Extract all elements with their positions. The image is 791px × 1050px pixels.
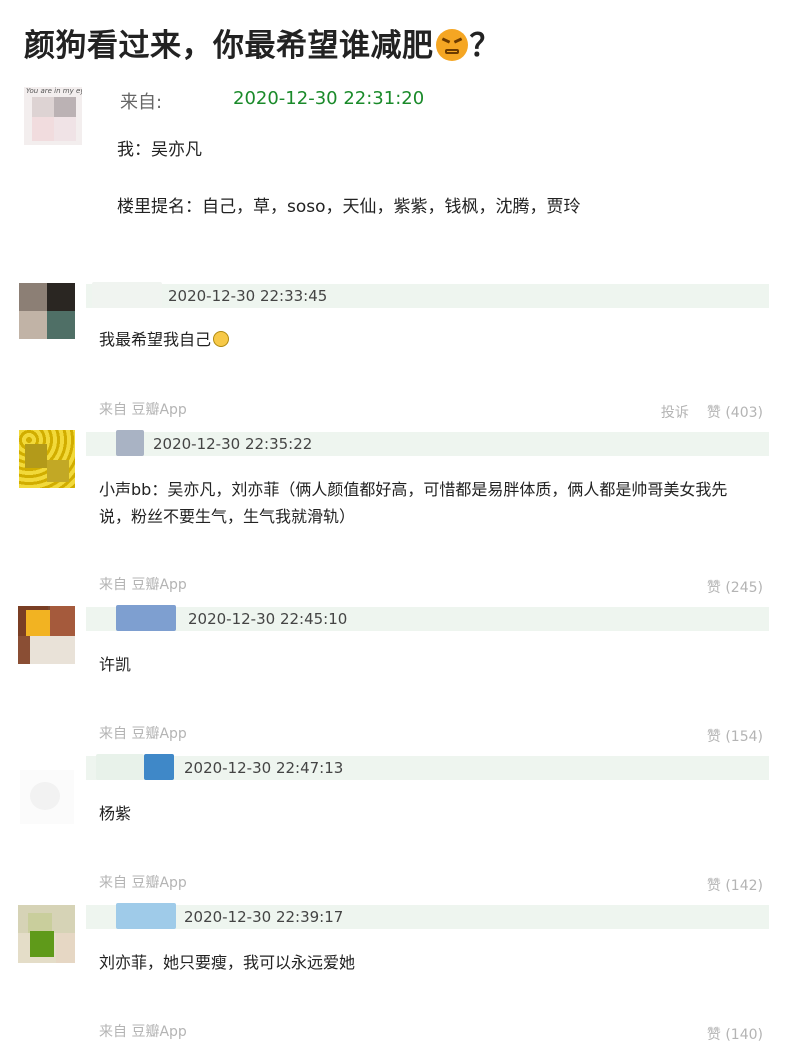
comment-source: 来自 豆瓣App [99, 1024, 187, 1040]
op-timestamp: 2020-12-30 22:31:20 [233, 88, 425, 109]
smiling-face-icon [213, 331, 230, 347]
comment-actions: 赞 (245) [689, 577, 763, 597]
op-text-line1: 我：吴亦凡 [117, 140, 202, 160]
comment-source: 来自 豆瓣App [99, 726, 187, 742]
like-button[interactable]: 赞 (142) [707, 878, 763, 894]
comment-avatar[interactable] [20, 770, 74, 824]
comment-text: 杨紫 [99, 804, 132, 823]
comment-timestamp: 2020-12-30 22:39:17 [184, 908, 344, 926]
comment-timestamp: 2020-12-30 22:33:45 [168, 287, 328, 305]
comment-source: 来自 豆瓣App [99, 577, 187, 593]
comment-text-body: 我最希望我自己 [99, 330, 212, 349]
comment-timestamp: 2020-12-30 22:45:10 [188, 610, 348, 628]
comment-avatar[interactable] [18, 606, 75, 664]
like-button[interactable]: 赞 (140) [707, 1027, 763, 1043]
username-redacted[interactable] [116, 903, 176, 929]
comment-text: 刘亦菲，她只要瘦，我可以永远爱她 [99, 953, 356, 972]
comment-actions: 赞 (140) [689, 1024, 763, 1044]
comment-header: 2020-12-30 22:33:45 [86, 282, 769, 308]
username-redacted[interactable] [116, 430, 144, 456]
comment-avatar[interactable] [18, 905, 75, 963]
avatar-caption: You are in my eyes [26, 87, 82, 95]
op-avatar[interactable]: You are in my eyes [24, 87, 82, 145]
comment-text: 我最希望我自己 [99, 326, 759, 353]
op-text-line2: 楼里提名：自己，草，soso，天仙，紫紫，钱枫，沈腾，贾玲 [117, 197, 581, 217]
comment-header: 2020-12-30 22:45:10 [86, 605, 769, 631]
op-from-label: 来自: [120, 92, 163, 113]
like-button[interactable]: 赞 (154) [707, 729, 763, 745]
comment-avatar[interactable] [19, 283, 75, 339]
comment-timestamp: 2020-12-30 22:35:22 [153, 435, 313, 453]
comment-source: 来自 豆瓣App [99, 875, 187, 891]
comment-timestamp: 2020-12-30 22:47:13 [184, 759, 344, 777]
comment-actions: 投诉 赞 (403) [643, 402, 763, 422]
comment-text: 许凯 [99, 655, 132, 674]
comment-actions: 赞 (154) [689, 726, 763, 746]
username-redacted[interactable] [96, 754, 144, 780]
persevering-face-icon [435, 29, 468, 61]
username-redacted[interactable] [144, 754, 174, 780]
post-title-end: ？ [469, 28, 501, 64]
report-button[interactable]: 投诉 [661, 405, 689, 421]
comment-header: 2020-12-30 22:39:17 [86, 903, 769, 929]
comment-text: 小声bb：吴亦凡，刘亦菲（俩人颜值都好高，可惜都是易胖体质，俩人都是帅哥美女我先… [99, 480, 728, 526]
post-title-text: 颜狗看过来，你最希望谁减肥 [24, 28, 434, 64]
comment-avatar[interactable] [19, 430, 75, 488]
post-title: 颜狗看过来，你最希望谁减肥 ？ [24, 20, 501, 65]
comment-header: 2020-12-30 22:47:13 [86, 754, 769, 780]
comment-actions: 赞 (142) [689, 875, 763, 895]
comment-source: 来自 豆瓣App [99, 402, 187, 418]
like-button[interactable]: 赞 (403) [707, 405, 763, 421]
username-redacted[interactable] [116, 605, 176, 631]
comment-header: 2020-12-30 22:35:22 [86, 430, 769, 456]
like-button[interactable]: 赞 (245) [707, 580, 763, 596]
username-redacted[interactable] [92, 282, 162, 308]
